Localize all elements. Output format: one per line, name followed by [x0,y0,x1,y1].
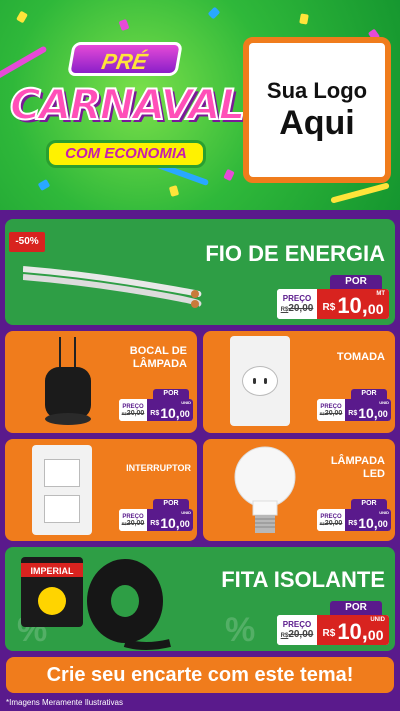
product-card-fita: % % IMPERIAL FITA ISOLANTE POR PREÇO R$2… [5,547,395,651]
product-title: INTERRUPTOR [126,463,191,473]
unit-label: MT [376,291,385,297]
pre-label: PRÉ [67,42,183,76]
currency: R$ [150,520,160,527]
old-price: PREÇO R$20,00 [119,399,147,421]
tape-image: IMPERIAL [21,557,171,650]
title-line-1: BOCAL DE [129,345,187,357]
confetti [207,6,221,20]
price-tag: PREÇO R$20,00 R$ 10, 00 UNID [317,399,391,421]
price-tag: PREÇO R$20,00 R$ 10, 00 MT [277,289,389,319]
carnaval-title: PRÉ CARNAVAL COM ECONOMIA [9,34,246,184]
product-card-lampada: LÂMPADA LED POR PREÇO R$20,00 R$ 10, 00 … [203,439,395,541]
por-label: POR [330,601,382,615]
tape-brand-logo: IMPERIAL [30,566,74,576]
por-label: POR [330,275,382,289]
create-flyer-button[interactable]: Crie seu encarte com este tema! [6,657,394,693]
unit-label: UNID [379,400,389,405]
price-dec: 00 [377,409,388,419]
old-price-value: R$20,00 [121,409,145,417]
old-price-value: R$20,00 [319,409,343,417]
old-price: PREÇO R$20,00 [317,509,345,531]
unit-label: UNID [181,510,191,515]
product-title: FITA ISOLANTE [221,567,385,592]
price-int: 10, [358,405,378,421]
old-price: PREÇO R$20,00 [277,615,317,645]
price-int: 10, [337,619,368,644]
new-price: R$ 10, 00 UNID [345,399,391,421]
preco-label: PREÇO [282,294,312,303]
currency: R$ [150,410,160,417]
disclaimer-text: *Imagens Meramente Ilustrativas [6,698,123,707]
old-price-value: R$20,00 [280,303,314,314]
price-tag: PREÇO R$20,00 R$ 10, 00 UNID [119,399,193,421]
title-line-2: LÂMPADA [132,358,187,370]
price-int: 10, [337,293,368,318]
old-price: PREÇO R$20,00 [277,289,317,319]
old-price: PREÇO R$20,00 [317,399,345,421]
logo-line-1: Sua Logo [266,77,368,103]
price-int: 10, [358,515,378,531]
percent-decoration: % [225,611,256,649]
price-int: 10, [160,515,180,531]
product-card-tomada: TOMADA POR PREÇO R$20,00 R$ 10, 00 UNID [203,331,395,433]
currency: R$ [348,410,358,417]
confetti [16,10,28,24]
header-banner: PRÉ CARNAVAL COM ECONOMIA Sua Logo Aqui [0,0,400,210]
currency: R$ [322,302,336,313]
bulb-image [234,446,296,533]
por-label: POR [351,499,387,509]
logo-placeholder: Sua Logo Aqui [243,37,391,183]
price-dec: 00 [367,301,384,317]
outlet-image [230,336,290,426]
title-line-2: LED [363,468,385,480]
price-tag: PREÇO R$20,00 R$ 10, 00 UNID [317,509,391,531]
preco-label: PREÇO [282,620,312,629]
logo-line-2: Aqui [279,103,355,142]
new-price: R$ 10, 00 MT [317,289,389,319]
price-dec: 00 [367,627,384,643]
unit-label: UNID [181,400,191,405]
new-price: R$ 10, 00 UNID [317,615,389,645]
switch-image [32,445,92,535]
wire-image [23,266,202,308]
por-label: POR [351,389,387,399]
price-tag: PREÇO R$20,00 R$ 10, 00 UNID [119,509,193,531]
price-tag: PREÇO R$20,00 R$ 10, 00 UNID [277,615,389,645]
currency: R$ [322,628,336,639]
product-card-interruptor: INTERRUPTOR POR PREÇO R$20,00 R$ 10, 00 … [5,439,197,541]
currency: R$ [348,520,358,527]
new-price: R$ 10, 00 UNID [147,509,193,531]
new-price: R$ 10, 00 UNID [147,399,193,421]
confetti [118,18,130,32]
old-price: PREÇO R$20,00 [119,509,147,531]
new-price: R$ 10, 00 UNID [345,509,391,531]
confetti [168,185,180,197]
product-title: FIO DE ENERGIA [205,241,385,266]
price-dec: 00 [179,519,190,529]
old-price-value: R$20,00 [319,519,343,527]
price-dec: 00 [377,519,388,529]
por-label: POR [153,389,189,399]
economia-label: COM ECONOMIA [46,140,206,168]
old-price-value: R$20,00 [121,519,145,527]
product-title: LÂMPADA LED [331,455,385,481]
unit-label: UNID [370,617,385,623]
old-price-value: R$20,00 [280,629,314,640]
price-dec: 00 [179,409,190,419]
streamer [330,182,390,204]
carnaval-label: CARNAVAL [9,79,246,130]
product-card-fio: FIO DE ENERGIA POR PREÇO R$20,00 R$ 10, … [5,219,395,325]
socket-image [45,337,91,425]
unit-label: UNID [379,510,389,515]
por-label: POR [153,499,189,509]
title-line-1: LÂMPADA [330,455,385,467]
confetti [299,13,309,25]
discount-badge: -50% [9,232,45,252]
price-int: 10, [160,405,180,421]
product-title: TOMADA [336,351,385,363]
product-card-bocal: BOCAL DE LÂMPADA POR PREÇO R$20,00 R$ 10… [5,331,197,433]
product-title: BOCAL DE LÂMPADA [130,345,187,371]
